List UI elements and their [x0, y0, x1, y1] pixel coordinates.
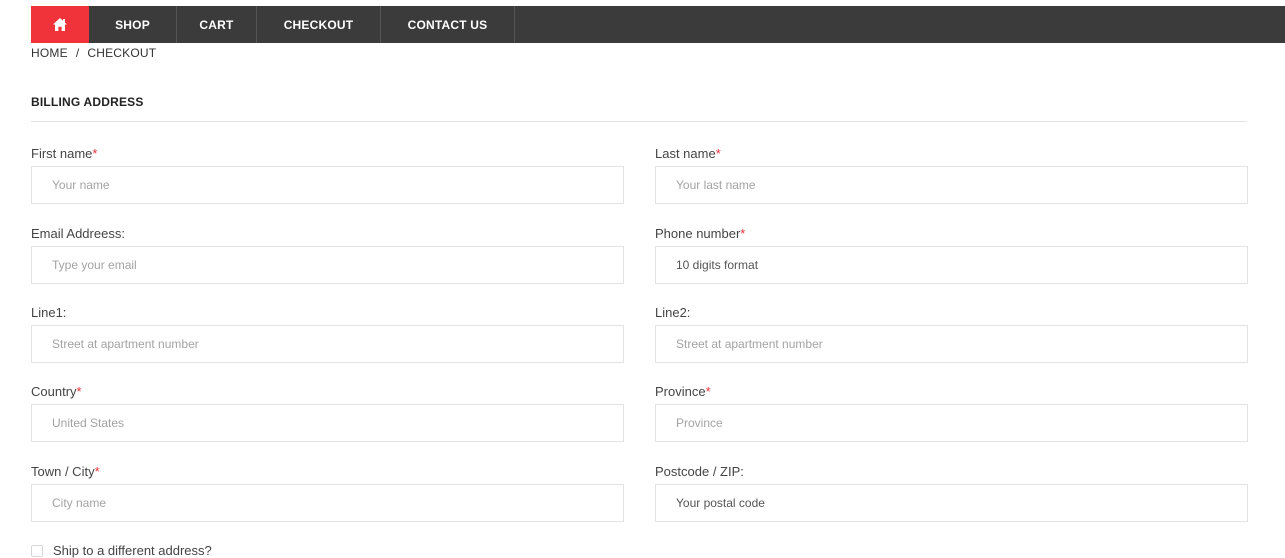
phone-label: Phone number* — [655, 226, 746, 241]
phone-input[interactable] — [655, 246, 1248, 284]
postcode-input[interactable] — [655, 484, 1248, 522]
required-marker: * — [715, 146, 721, 161]
nav-shop[interactable]: SHOP — [89, 6, 177, 43]
required-marker: * — [76, 384, 82, 399]
line2-input[interactable] — [655, 325, 1248, 363]
line2-label: Line2: — [655, 305, 691, 320]
city-input[interactable] — [31, 484, 624, 522]
billing-address-title: BILLING ADDRESS — [31, 95, 144, 109]
breadcrumb-home[interactable]: HOME — [31, 46, 68, 60]
last-name-input[interactable] — [655, 166, 1248, 204]
breadcrumb-current: CHECKOUT — [87, 46, 157, 60]
ship-different-row: Ship to a different address? — [31, 543, 212, 558]
breadcrumb-separator: / — [75, 46, 80, 60]
line1-input[interactable] — [31, 325, 624, 363]
nav-home-button[interactable] — [31, 6, 89, 43]
country-label: Country* — [31, 384, 82, 399]
province-label: Province* — [655, 384, 711, 399]
ship-different-label[interactable]: Ship to a different address? — [53, 543, 212, 558]
first-name-label: First name* — [31, 146, 98, 161]
email-input[interactable] — [31, 246, 624, 284]
main-nav: SHOP CART CHECKOUT CONTACT US — [31, 6, 1285, 43]
country-input[interactable] — [31, 404, 624, 442]
ship-different-checkbox[interactable] — [31, 544, 43, 557]
nav-contact-us[interactable]: CONTACT US — [381, 6, 515, 43]
breadcrumb: HOME / CHECKOUT — [31, 46, 156, 60]
section-divider — [31, 121, 1247, 122]
required-marker: * — [705, 384, 711, 399]
city-label: Town / City* — [31, 464, 100, 479]
required-marker: * — [94, 464, 100, 479]
email-label: Email Addreess: — [31, 226, 125, 241]
postcode-label: Postcode / ZIP: — [655, 464, 744, 479]
line1-label: Line1: — [31, 305, 67, 320]
last-name-label: Last name* — [655, 146, 721, 161]
nav-checkout[interactable]: CHECKOUT — [257, 6, 381, 43]
required-marker: * — [92, 146, 98, 161]
home-icon — [53, 18, 67, 31]
province-input[interactable] — [655, 404, 1248, 442]
nav-cart[interactable]: CART — [177, 6, 257, 43]
required-marker: * — [740, 226, 746, 241]
first-name-input[interactable] — [31, 166, 624, 204]
